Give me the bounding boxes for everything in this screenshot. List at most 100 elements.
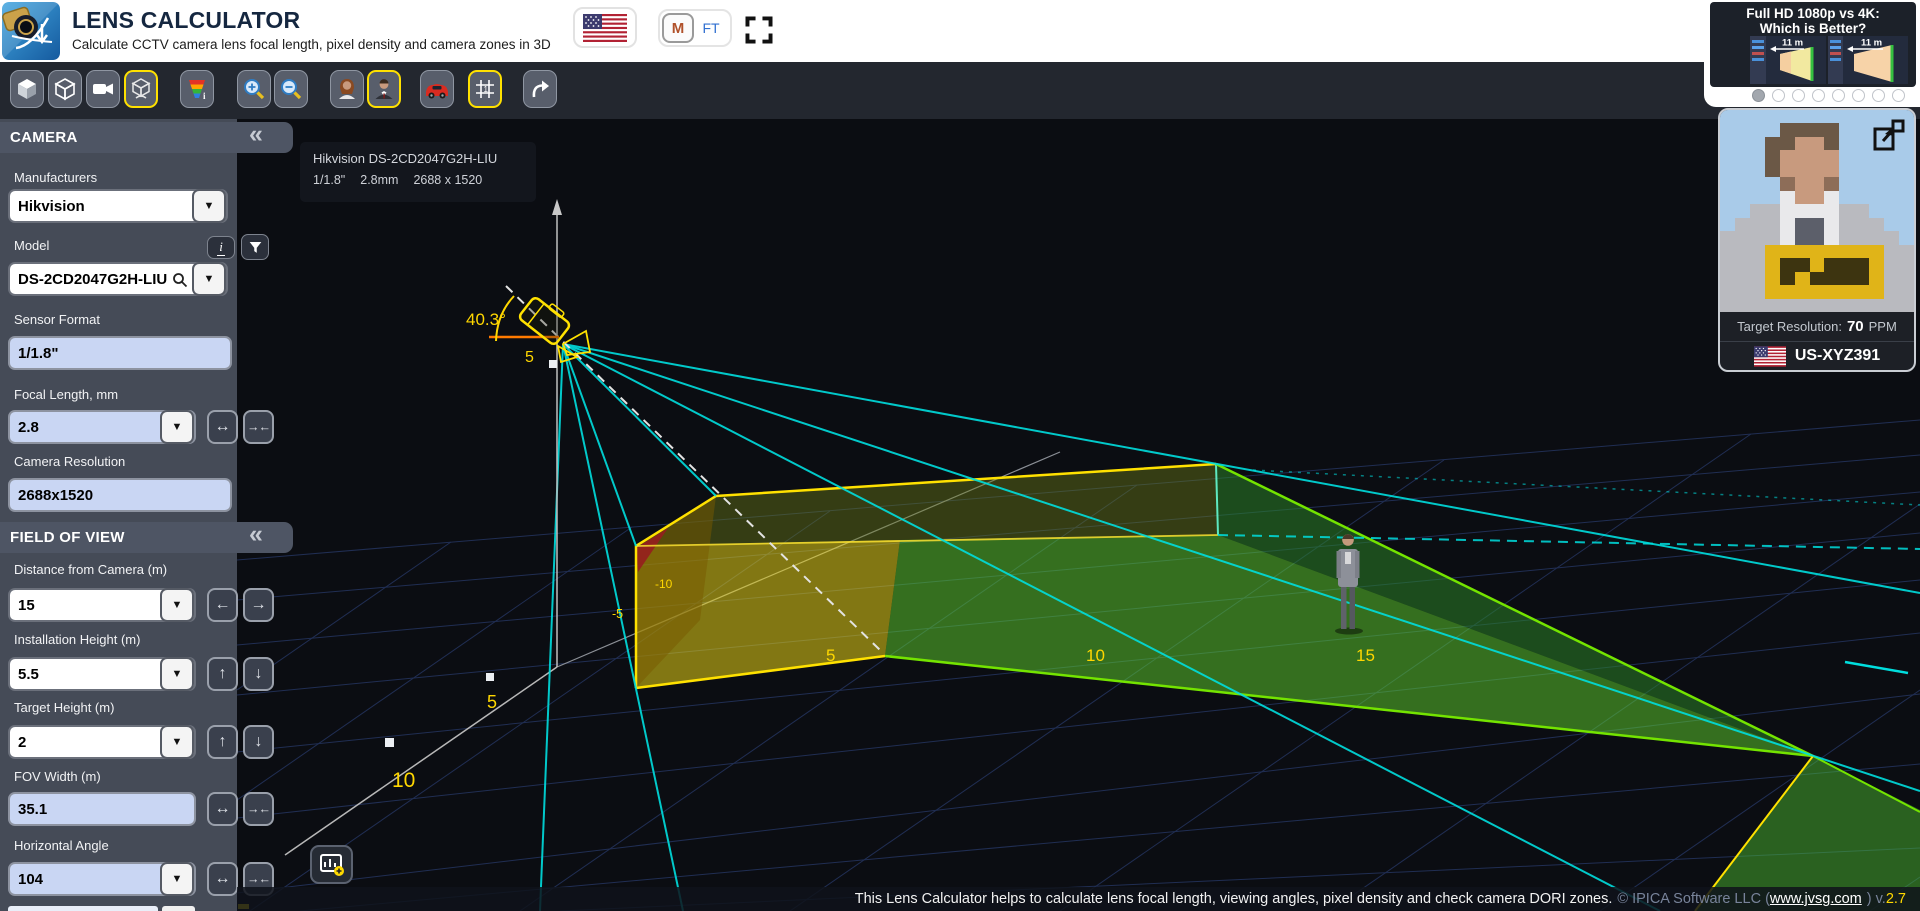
fullscreen-icon (744, 15, 774, 45)
target-resolution-value: 70 (1847, 318, 1864, 335)
language-flag-button[interactable] (573, 7, 637, 48)
woman-target-button[interactable] (330, 70, 364, 108)
fov-width-narrow-button[interactable]: →← (243, 792, 274, 826)
axis-arrowhead (552, 199, 562, 215)
carousel-dot-6[interactable] (1852, 89, 1865, 102)
camera-view-button[interactable] (86, 70, 120, 108)
camera-resolution-field[interactable]: 2688x1520 (8, 478, 232, 512)
model-info-button[interactable]: i (207, 236, 235, 259)
target-dropdown-button[interactable]: ▼ (160, 725, 194, 759)
dori-zones-button[interactable]: i (180, 70, 214, 108)
x-axis-label-5: 5 (487, 692, 497, 712)
collapse-panel-icon[interactable]: « (249, 520, 263, 549)
target-height-select[interactable]: 2 ▼ (8, 725, 196, 759)
grid-measure-button[interactable]: 1 (468, 70, 502, 108)
distance-select[interactable]: 15 ▼ (8, 588, 196, 622)
sidebar: CAMERA « Manufacturers Hikvision ▼ Model… (0, 119, 237, 911)
model-label: Model (14, 238, 49, 253)
focal-length-select[interactable]: 2.8 ▼ (8, 410, 196, 444)
model-dropdown-button[interactable]: ▼ (192, 262, 226, 296)
carousel-dot-2[interactable] (1772, 89, 1785, 102)
model-filter-button[interactable] (241, 234, 269, 260)
distance-decrease-button[interactable]: ← (207, 588, 238, 622)
horizontal-angle-select[interactable]: 104 ▼ (8, 862, 196, 896)
camera-section-header: CAMERA « (0, 122, 293, 153)
carousel-dot-4[interactable] (1812, 89, 1825, 102)
cutoff-field-sliver (8, 906, 158, 911)
popout-icon[interactable] (1871, 117, 1907, 153)
fov-dash-segment (1845, 662, 1908, 673)
x-axis-label-10: 10 (392, 769, 415, 792)
target-preview-panel: Target Resolution: 70 PPM US-XYZ391 (1718, 108, 1916, 372)
zone-top-face (636, 464, 1218, 546)
manufacturer-value: Hikvision (18, 198, 85, 215)
tooltip-model: Hikvision DS-2CD2047G2H-LIU (313, 151, 523, 166)
install-up-button[interactable]: ↑ (207, 657, 238, 691)
fullscreen-button[interactable] (744, 15, 774, 45)
fov-width-value: 35.1 (18, 801, 47, 818)
model-select[interactable]: DS-2CD2047G2H-LIU ▼ (8, 262, 228, 296)
video-thumbnail[interactable]: Full HD 1080p vs 4K: Which is Better? 11… (1710, 2, 1916, 87)
app-logo (2, 2, 60, 60)
cube-wireframe-icon (53, 77, 77, 101)
axis-marker (549, 360, 557, 368)
target-down-button[interactable]: ↓ (243, 725, 274, 759)
tooltip-focal: 2.8mm (360, 173, 398, 187)
focal-length-value: 2.8 (18, 419, 39, 436)
carousel-dot-5[interactable] (1832, 89, 1845, 102)
focal-narrow-button[interactable]: →← (243, 410, 274, 444)
neg-axis-label-5: -5 (612, 607, 623, 621)
carousel-dot-8[interactable] (1892, 89, 1905, 102)
view-3d-solid-button[interactable] (10, 70, 44, 108)
collapse-panel-icon[interactable]: « (249, 120, 263, 149)
video-title-line1: Full HD 1080p vs 4K: (1710, 2, 1916, 21)
focal-widen-button[interactable]: ↔ (207, 410, 238, 444)
fov-width-widen-button[interactable]: ↔ (207, 792, 238, 826)
h-angle-dropdown-button[interactable]: ▼ (160, 862, 194, 896)
zoom-out-button[interactable] (274, 70, 308, 108)
tooltip-sensor: 1/1.8" (313, 173, 345, 187)
distance-increase-button[interactable]: → (243, 588, 274, 622)
share-button[interactable] (523, 70, 557, 108)
focal-length-label: Focal Length, mm (14, 387, 118, 402)
focal-dropdown-button[interactable]: ▼ (160, 410, 194, 444)
camera-id-row: US-XYZ391 (1720, 342, 1914, 370)
us-flag-icon (583, 14, 627, 42)
manufacturer-dropdown-button[interactable]: ▼ (192, 189, 226, 223)
scene-3d-viewport[interactable]: 40.3° 5 5 10 5 10 15 -5 -10 (237, 119, 1920, 911)
carousel-dot-1[interactable] (1752, 89, 1765, 102)
fov-width-field[interactable]: 35.1 (8, 792, 196, 826)
unit-feet-button[interactable]: FT (694, 13, 728, 43)
install-down-button[interactable]: ↓ (243, 657, 274, 691)
video-title-line2: Which is Better? (1710, 21, 1916, 36)
scene-3d-canvas[interactable]: 40.3° 5 5 10 5 10 15 -5 -10 (237, 119, 1920, 911)
depth-label-5: 5 (826, 646, 835, 665)
status-suffix: ) v. (1867, 891, 1886, 907)
lens-calculator-app: 40.3° 5 5 10 5 10 15 -5 -10 Hikvision DS… (0, 0, 1920, 911)
install-height-label: Installation Height (m) (14, 632, 140, 647)
app-title: LENS CALCULATOR (72, 7, 300, 34)
install-height-select[interactable]: 5.5 ▼ (8, 657, 196, 691)
install-dropdown-button[interactable]: ▼ (160, 657, 194, 691)
video-camera-icon (91, 77, 115, 101)
zoom-in-button[interactable] (237, 70, 271, 108)
jvsg-link[interactable]: www.jvsg.com (1770, 891, 1862, 907)
pixel-chart-button[interactable] (310, 845, 353, 884)
carousel-dot-3[interactable] (1792, 89, 1805, 102)
us-flag-icon (1754, 346, 1786, 367)
distance-dropdown-button[interactable]: ▼ (160, 588, 194, 622)
ground-axis-line (285, 667, 557, 855)
manufacturer-select[interactable]: Hikvision ▼ (8, 189, 228, 223)
carousel-dot-7[interactable] (1872, 89, 1885, 102)
camera-id-value: US-XYZ391 (1795, 347, 1880, 365)
h-angle-widen-button[interactable]: ↔ (207, 862, 238, 896)
view-3d-wireframe-button[interactable] (48, 70, 82, 108)
car-target-button[interactable] (420, 70, 454, 108)
unit-meters-button[interactable]: M (662, 13, 694, 43)
zoom-in-icon (242, 77, 266, 101)
video-thumb1-label: 11 m (1782, 38, 1803, 49)
sensor-format-field[interactable]: 1/1.8" (8, 336, 232, 370)
camera-zones-button[interactable] (124, 70, 158, 108)
man-target-button[interactable] (367, 70, 401, 108)
target-up-button[interactable]: ↑ (207, 725, 238, 759)
